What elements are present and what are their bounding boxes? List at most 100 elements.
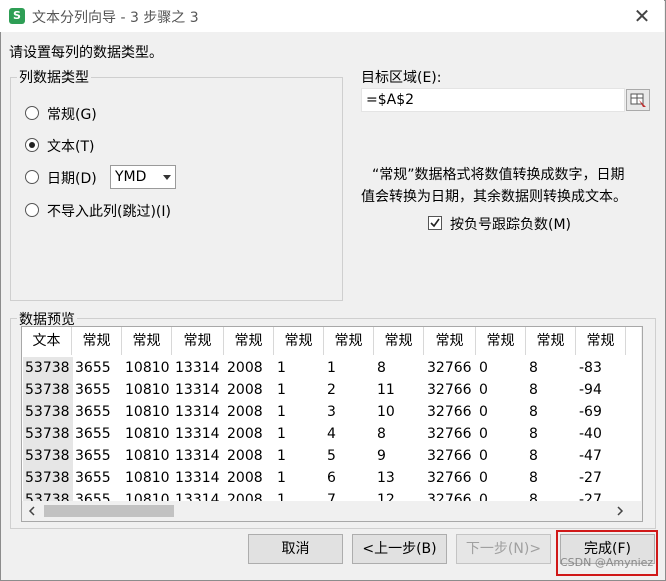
table-cell: 1 [277,360,286,376]
table-cell: 3655 [75,448,111,464]
table-cell: 10810 [125,448,170,464]
table-cell: 4 [327,426,336,442]
table-cell: 8 [529,426,538,442]
radio-text-label[interactable]: 文本(T) [47,136,94,156]
radio-date-label[interactable]: 日期(D) [47,168,97,188]
radio-date[interactable] [25,170,39,184]
target-range-value: =$A$2 [366,92,415,108]
table-cell: 1 [277,426,286,442]
table-cell: 53738 [23,423,73,445]
table-cell: 1 [277,404,286,420]
table-cell: 13314 [175,470,220,486]
radio-general-label[interactable]: 常规(G) [47,104,97,124]
date-format-select[interactable]: YMD [110,165,176,189]
table-cell: -94 [579,382,602,398]
table-cell: -83 [579,360,602,376]
table-cell: 32766 [427,448,472,464]
table-cell: 10810 [125,426,170,442]
table-cell: 2008 [227,470,263,486]
table-cell: 3655 [75,360,111,376]
table-cell: 2008 [227,448,263,464]
column-header[interactable]: 常规 [72,327,122,355]
table-cell: 13 [377,470,395,486]
table-cell: 1 [277,382,286,398]
table-cell: 5 [327,448,336,464]
back-button[interactable]: <上一步(B) [352,534,447,564]
column-header[interactable]: 常规 [172,327,224,355]
column-header[interactable]: 常规 [374,327,424,355]
table-cell: 2 [327,382,336,398]
table-cell: 0 [479,470,488,486]
column-header[interactable]: 常规 [324,327,374,355]
cancel-button[interactable]: 取消 [248,534,343,564]
target-label: 目标区域(E): [361,70,442,86]
column-header[interactable]: 常规 [476,327,526,355]
table-cell: -69 [579,404,602,420]
column-header[interactable]: 常规 [576,327,626,355]
table-cell: 0 [479,404,488,420]
table-cell: 32766 [427,404,472,420]
title-bar: S 文本分列向导 - 3 步骤之 3 ✕ [0,0,664,32]
checkmark-icon [430,218,440,228]
instruction-text: 请设置每列的数据类型。 [9,45,163,61]
description-line-2: 值会转换为日期，其余数据则转换成文本。 [361,189,627,205]
table-cell: 53738 [23,357,73,379]
negative-checkbox[interactable] [428,216,442,230]
table-cell: -47 [579,448,602,464]
table-cell: 3655 [75,404,111,420]
table-cell: 2008 [227,360,263,376]
column-header[interactable]: 常规 [526,327,576,355]
date-format-value: YMD [115,169,147,185]
table-cell: 13314 [175,404,220,420]
horizontal-scrollbar[interactable] [22,501,642,521]
table-cell: 3655 [75,426,111,442]
table-cell: 11 [377,382,395,398]
next-button[interactable]: 下一步(N)> [456,534,551,564]
table-cell: 1 [277,448,286,464]
table-cell: 0 [479,448,488,464]
table-cell: 6 [327,470,336,486]
table-cell: 10810 [125,404,170,420]
column-type-legend: 列数据类型 [17,67,91,87]
table-cell: 2008 [227,404,263,420]
target-range-input[interactable]: =$A$2 [361,88,625,112]
radio-text[interactable] [25,138,39,152]
range-picker-button[interactable] [626,89,650,111]
chevron-down-icon [163,175,171,180]
table-cell: 10810 [125,360,170,376]
table-cell: 8 [529,360,538,376]
table-cell: 53738 [23,379,73,401]
radio-general[interactable] [25,106,39,120]
table-cell: 2008 [227,426,263,442]
column-header[interactable]: 常规 [424,327,476,355]
table-cell: 13314 [175,360,220,376]
column-header[interactable]: 常规 [274,327,324,355]
vertical-scrollbar[interactable] [641,327,642,503]
horizontal-scrollbar-track [28,505,624,517]
close-icon[interactable]: ✕ [630,4,654,28]
column-header[interactable]: 文本 [22,327,72,355]
table-cell: 10810 [125,470,170,486]
table-cell: 1 [277,470,286,486]
table-cell: -40 [579,426,602,442]
table-cell: 32766 [427,426,472,442]
radio-skip-label[interactable]: 不导入此列(跳过)(I) [47,201,171,221]
table-cell: 32766 [427,382,472,398]
negative-checkbox-label[interactable]: 按负号跟踪负数(M) [450,214,571,234]
table-cell: 8 [529,382,538,398]
app-icon: S [9,8,25,24]
table-cell: 3 [327,404,336,420]
radio-skip[interactable] [25,203,39,217]
column-header[interactable]: 常规 [122,327,172,355]
window-title: 文本分列向导 - 3 步骤之 3 [32,10,199,26]
table-cell: 53738 [23,467,73,489]
table-cell: 0 [479,426,488,442]
table-cell: 8 [377,426,386,442]
table-cell: 0 [479,382,488,398]
table-cell: 13314 [175,448,220,464]
table-cell: 1 [327,360,336,376]
column-header[interactable]: 常规 [224,327,274,355]
watermark: CSDN @Amyniez [560,556,654,569]
data-preview-table[interactable]: 文本 常规 常规 常规 常规 常规 常规 常规 常规 常规 常规 常规 53738 3655 10810 13… [21,326,643,522]
table-cell: 13314 [175,382,220,398]
